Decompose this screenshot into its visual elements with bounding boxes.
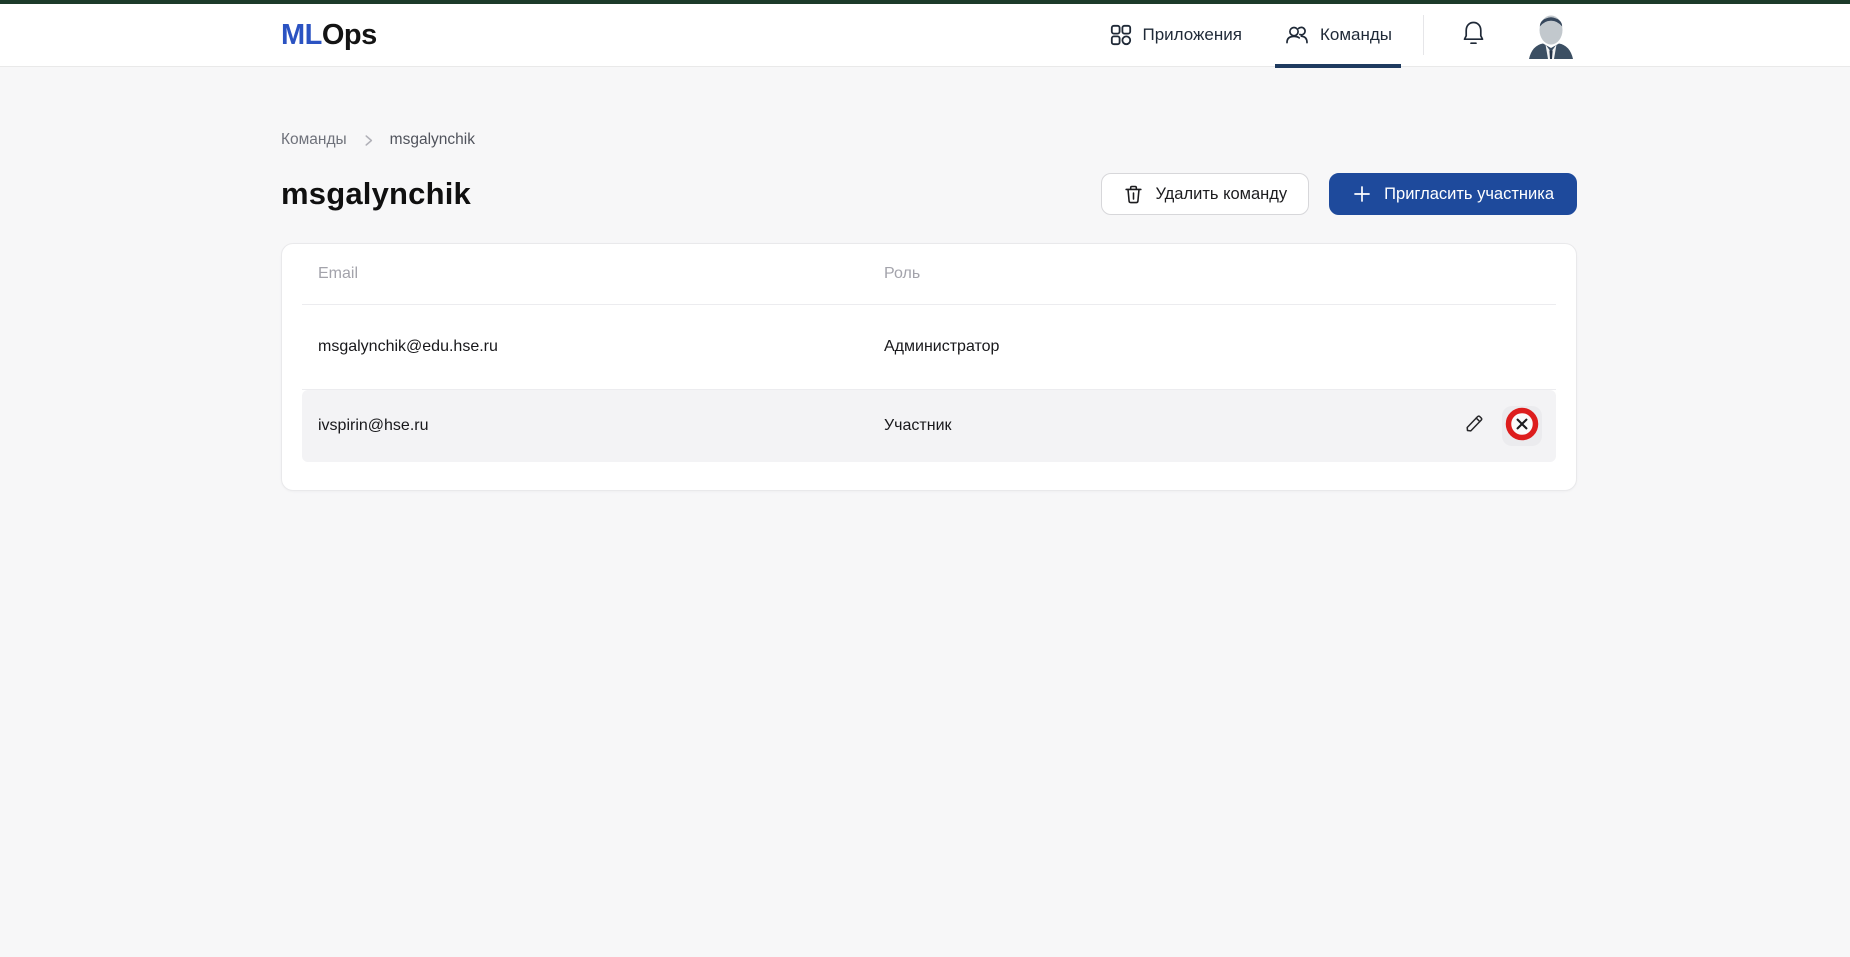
- app-logo[interactable]: MLOps: [281, 19, 377, 52]
- header-divider: [1423, 15, 1424, 55]
- trash-icon: [1123, 184, 1144, 205]
- row-actions: [1463, 406, 1556, 446]
- pencil-icon: [1463, 412, 1486, 440]
- invite-member-button[interactable]: Пригласить участника: [1329, 173, 1577, 215]
- logo-ml: ML: [281, 19, 322, 51]
- delete-team-label: Удалить команду: [1155, 185, 1287, 204]
- column-header-email: Email: [302, 265, 884, 283]
- remove-member-button[interactable]: [1502, 406, 1542, 446]
- app-header: MLOps Приложения: [0, 4, 1850, 67]
- table-row-admin[interactable]: msgalynchik@edu.hse.ru Администратор: [302, 305, 1556, 389]
- plus-icon: [1352, 184, 1372, 204]
- table-row-member[interactable]: ivspirin@hse.ru Участник: [302, 390, 1556, 462]
- nav-item-applications[interactable]: Приложения: [1100, 4, 1251, 67]
- grid-icon: [1109, 23, 1133, 47]
- table-header-row: Email Роль: [302, 244, 1556, 304]
- breadcrumb-teams-link[interactable]: Команды: [281, 131, 347, 149]
- main-nav: Приложения Команды: [1076, 4, 1402, 67]
- nav-item-applications-label: Приложения: [1143, 25, 1242, 45]
- title-row: msgalynchik Удалить команду: [281, 173, 1577, 215]
- invite-member-label: Пригласить участника: [1384, 185, 1554, 204]
- logo-ops: Ops: [322, 19, 377, 51]
- member-email: msgalynchik@edu.hse.ru: [302, 338, 884, 356]
- nav-item-teams[interactable]: Команды: [1275, 4, 1401, 67]
- delete-team-button[interactable]: Удалить команду: [1101, 173, 1309, 215]
- breadcrumb-current: msgalynchik: [390, 131, 475, 149]
- bell-icon: [1460, 19, 1487, 52]
- members-table-card: Email Роль msgalynchik@edu.hse.ru Админи…: [281, 243, 1577, 491]
- member-email: ivspirin@hse.ru: [302, 417, 884, 435]
- member-role: Администратор: [884, 338, 1556, 356]
- breadcrumb: Команды msgalynchik: [281, 131, 1577, 149]
- member-role: Участник: [884, 417, 1463, 435]
- notifications-button[interactable]: [1460, 19, 1487, 52]
- chevron-right-icon: [361, 133, 376, 148]
- title-actions: Удалить команду Пригласить участника: [1101, 173, 1577, 215]
- remove-x-circle-icon: [1504, 406, 1540, 447]
- user-avatar[interactable]: [1527, 11, 1575, 59]
- nav-item-teams-label: Команды: [1320, 25, 1392, 45]
- people-icon: [1284, 22, 1310, 48]
- edit-member-button[interactable]: [1463, 412, 1486, 440]
- page-title: msgalynchik: [281, 176, 471, 212]
- column-header-role: Роль: [884, 265, 1556, 283]
- page-content: Команды msgalynchik msgalynchik Удалить: [281, 67, 1577, 491]
